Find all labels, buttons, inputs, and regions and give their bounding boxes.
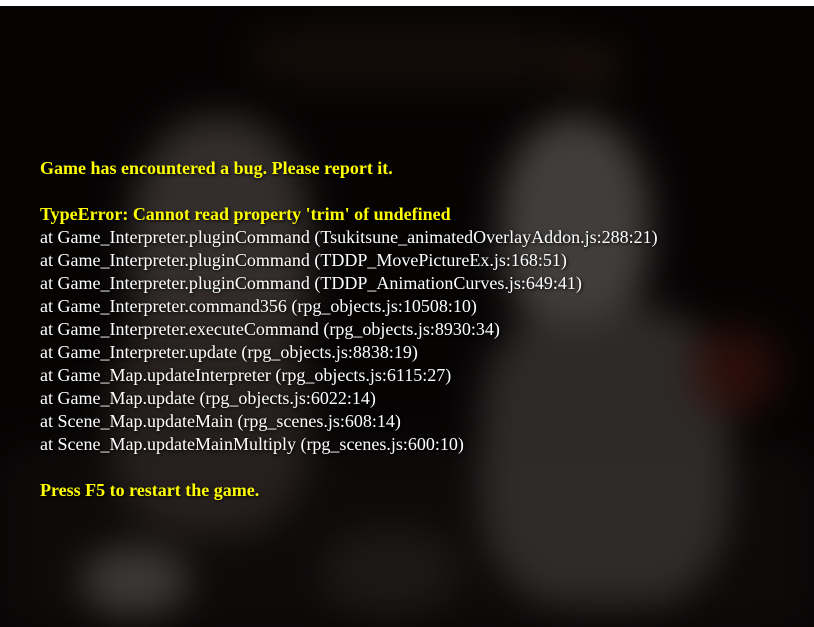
stack-trace-line: at Game_Map.update (rpg_objects.js:6022:… bbox=[40, 388, 376, 408]
stack-trace-line: at Scene_Map.updateMainMultiply (rpg_sce… bbox=[40, 434, 464, 454]
stack-trace-line: at Game_Map.updateInterpreter (rpg_objec… bbox=[40, 365, 452, 385]
stack-trace-line: at Game_Interpreter.executeCommand (rpg_… bbox=[40, 319, 500, 339]
stack-trace-line: at Game_Interpreter.pluginCommand (TDDP_… bbox=[40, 250, 567, 270]
stack-trace-line: at Game_Interpreter.command356 (rpg_obje… bbox=[40, 296, 477, 316]
stack-trace-line: at Scene_Map.updateMain (rpg_scenes.js:6… bbox=[40, 411, 401, 431]
stack-trace-line: at Game_Interpreter.pluginCommand (TDDP_… bbox=[40, 273, 582, 293]
error-heading: Game has encountered a bug. Please repor… bbox=[40, 158, 393, 178]
stack-trace-line: at Game_Interpreter.update (rpg_objects.… bbox=[40, 342, 418, 362]
error-type: TypeError: Cannot read property 'trim' o… bbox=[40, 204, 451, 224]
restart-hint: Press F5 to restart the game. bbox=[40, 480, 260, 500]
error-message-panel: Game has encountered a bug. Please repor… bbox=[40, 157, 800, 502]
stack-trace-line: at Game_Interpreter.pluginCommand (Tsuki… bbox=[40, 227, 658, 247]
